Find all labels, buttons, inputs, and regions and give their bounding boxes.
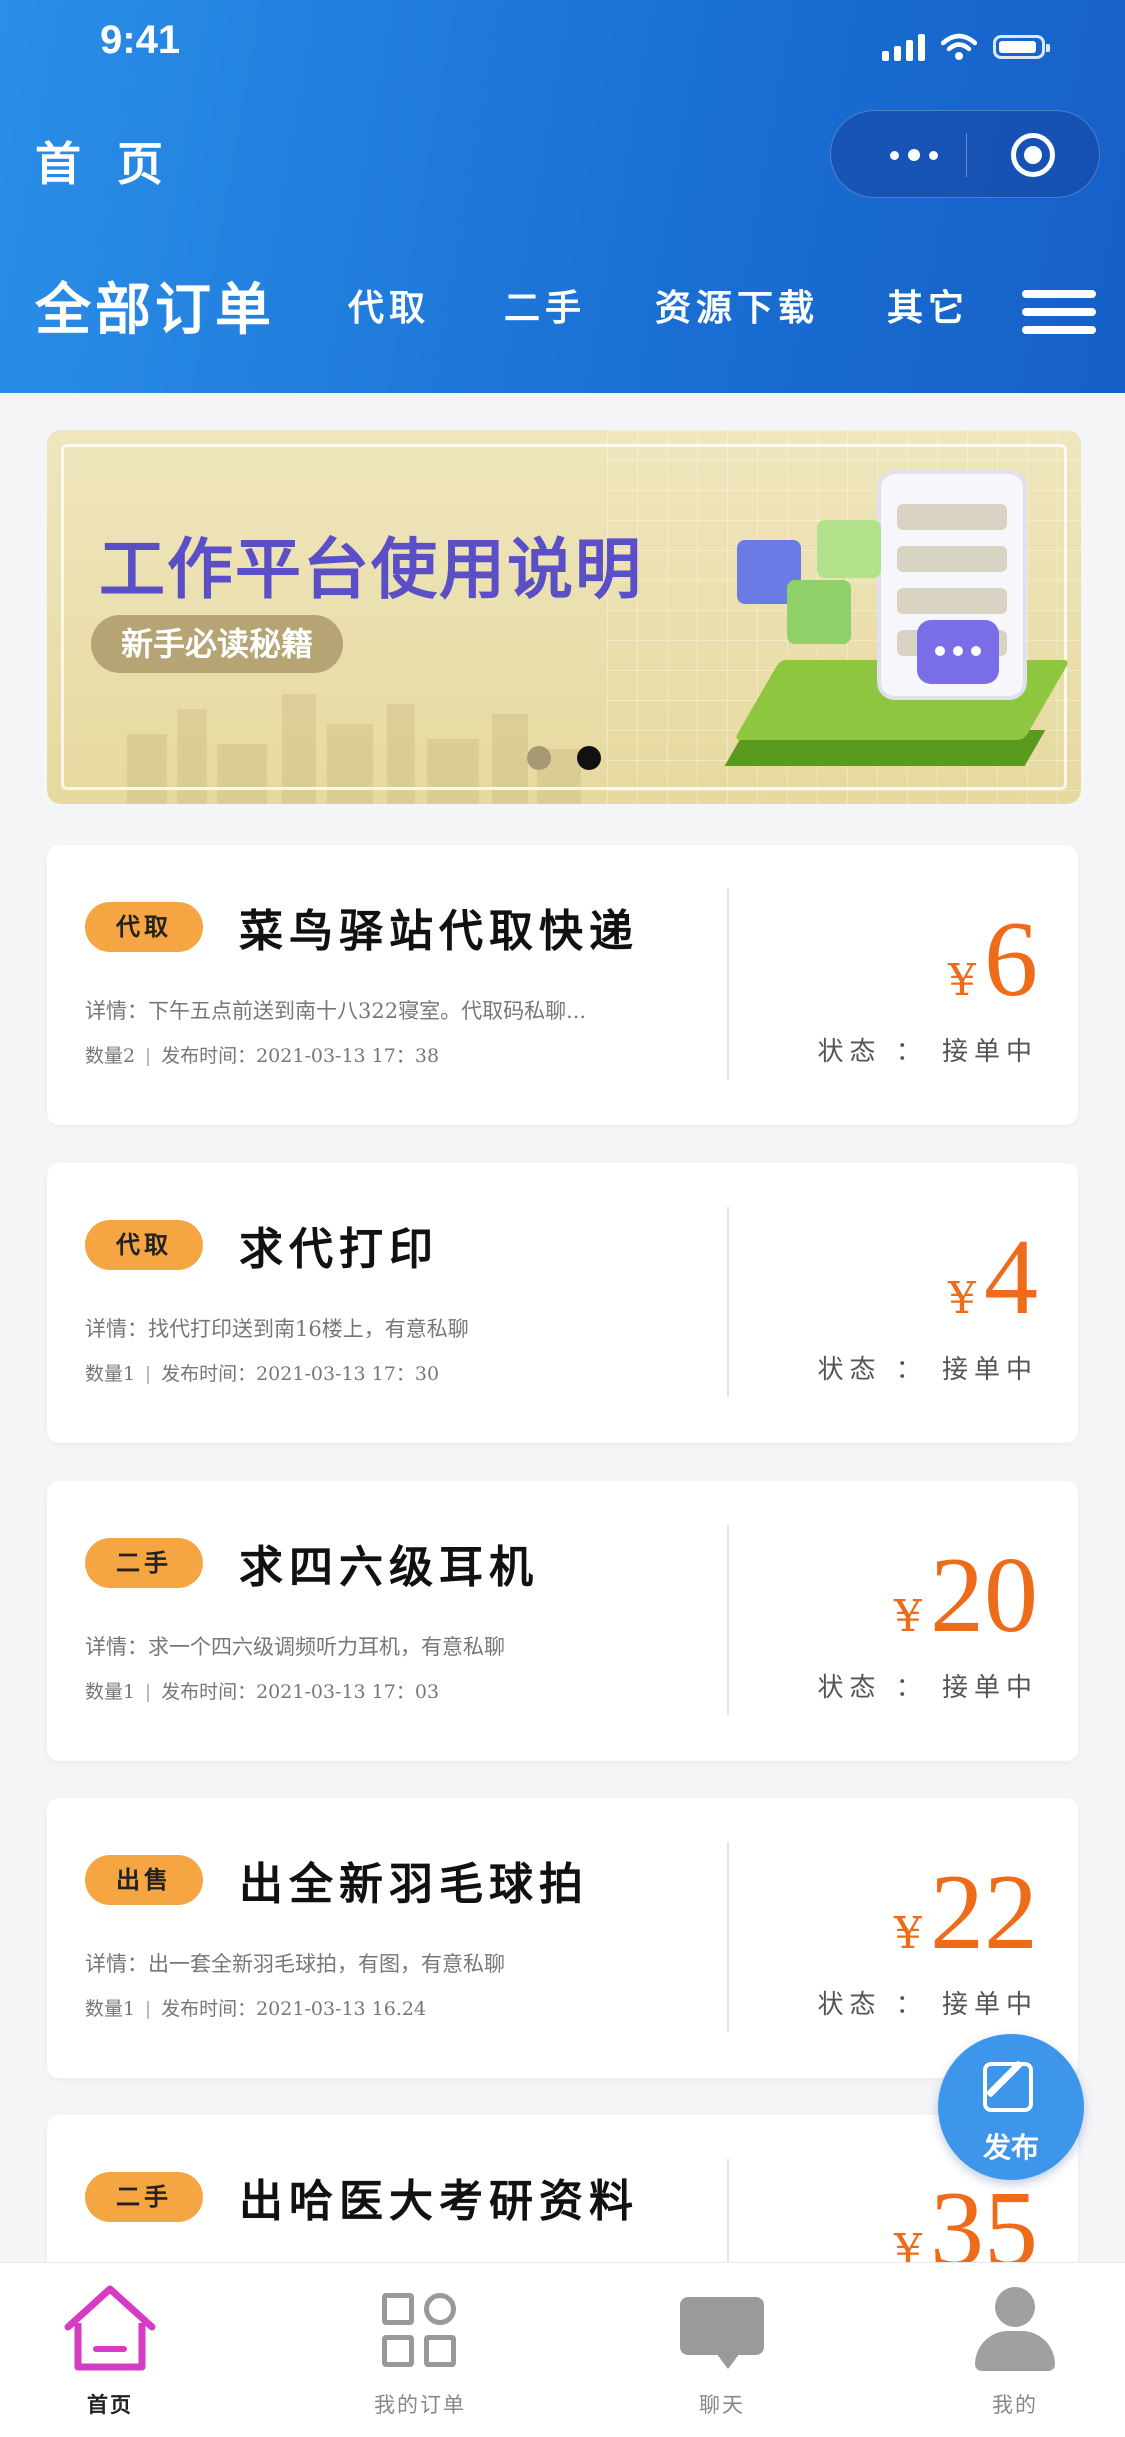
- currency-symbol: ¥: [894, 1591, 922, 1642]
- order-detail: 详情：找代打印送到南16楼上，有意私聊: [85, 1317, 469, 1341]
- order-detail: 详情：出一套全新羽毛球拍，有图，有意私聊: [85, 1952, 505, 1976]
- banner-carousel[interactable]: 工作平台使用说明 新手必读秘籍: [47, 430, 1081, 804]
- mini-program-capsule: [830, 110, 1100, 198]
- banner-subtitle: 新手必读秘籍: [91, 615, 344, 673]
- tab-home-label: 首页: [87, 2392, 133, 2417]
- card-divider: [727, 1842, 729, 2032]
- order-detail: 详情：求一个四六级调频听力耳机，有意私聊: [85, 1635, 505, 1659]
- status-time: 9:41: [100, 18, 181, 62]
- order-status: 状态 ： 接单中: [817, 1037, 1038, 1067]
- currency-symbol: ¥: [948, 955, 976, 1006]
- order-meta: 数量2 发布时间：2021-03-13 17：38: [85, 1041, 439, 1068]
- order-status: 状态 ： 接单中: [817, 1673, 1038, 1703]
- tab-pickup[interactable]: 代取: [348, 260, 430, 350]
- capsule-divider: [966, 133, 967, 177]
- more-icon[interactable]: [869, 133, 959, 177]
- order-title: 求四六级耳机: [239, 1542, 539, 1593]
- order-quantity: 数量1: [85, 1681, 136, 1703]
- chat-icon: [680, 2297, 764, 2369]
- order-title: 出全新羽毛球拍: [239, 1859, 589, 1910]
- grid-icon: [382, 2293, 458, 2369]
- order-tag: 二手: [85, 2172, 203, 2222]
- order-tag: 代取: [85, 1220, 203, 1270]
- tab-other[interactable]: 其它: [887, 260, 969, 350]
- tab-second-hand[interactable]: 二手: [504, 260, 586, 350]
- order-detail: 详情：下午五点前送到南十八322寝室。代取码私聊...: [85, 999, 587, 1023]
- edit-icon: [983, 2062, 1033, 2112]
- tab-profile[interactable]: 我的: [915, 2263, 1115, 2437]
- order-tag: 出售: [85, 1855, 203, 1905]
- card-divider: [727, 1525, 729, 1715]
- order-time: 发布时间：2021-03-13 17：38: [161, 1045, 440, 1067]
- tab-profile-label: 我的: [992, 2393, 1038, 2417]
- tab-bar: 首页 我的订单 聊天 我的: [0, 2262, 1125, 2437]
- order-time: 发布时间：2021-03-13 16.24: [161, 1998, 427, 2020]
- card-divider: [727, 889, 729, 1079]
- category-nav: 全部订单 代取 二手 资源下载 其它: [0, 260, 1125, 350]
- order-meta: 数量1 发布时间：2021-03-13 16.24: [85, 1994, 426, 2021]
- carousel-dot-active[interactable]: [577, 746, 601, 770]
- order-title: 求代打印: [239, 1224, 439, 1275]
- order-status: 状态 ： 接单中: [817, 1355, 1038, 1385]
- order-card[interactable]: 代取 求代打印 详情：找代打印送到南16楼上，有意私聊 数量1 发布时间：2021…: [47, 1163, 1078, 1443]
- signal-icon: [882, 33, 925, 61]
- page-title: 首 页: [35, 137, 174, 191]
- menu-icon[interactable]: [1022, 290, 1096, 334]
- close-target-icon[interactable]: [1011, 133, 1055, 177]
- tab-my-orders-label: 我的订单: [374, 2393, 466, 2417]
- order-price: ¥22: [894, 1859, 1038, 1967]
- order-meta: 数量1 发布时间：2021-03-13 17：03: [85, 1677, 439, 1704]
- banner-title: 工作平台使用说明: [99, 531, 643, 608]
- video-card-icon: [787, 580, 851, 644]
- tab-my-orders[interactable]: 我的订单: [320, 2263, 520, 2437]
- battery-icon: [993, 35, 1050, 59]
- order-time: 发布时间：2021-03-13 17：03: [161, 1681, 440, 1703]
- image-card-icon: [817, 520, 881, 578]
- price-value: 6: [984, 900, 1038, 1019]
- tab-all-orders[interactable]: 全部订单: [35, 260, 275, 350]
- header: 9:41 首 页 全部订单 代取 二手 资源下载 其它: [0, 0, 1125, 393]
- carousel-indicator: [527, 746, 601, 770]
- order-tag: 代取: [85, 902, 203, 952]
- tab-resource-download[interactable]: 资源下载: [655, 260, 819, 350]
- currency-symbol: ¥: [894, 1908, 922, 1959]
- order-tag: 二手: [85, 1538, 203, 1588]
- order-time: 发布时间：2021-03-13 17：30: [161, 1363, 440, 1385]
- status-icons: [882, 30, 1050, 64]
- order-status: 状态 ： 接单中: [817, 1990, 1038, 2020]
- order-meta: 数量1 发布时间：2021-03-13 17：30: [85, 1359, 439, 1386]
- card-divider: [727, 1207, 729, 1397]
- user-icon: [975, 2287, 1055, 2377]
- order-price: ¥4: [948, 1224, 1038, 1332]
- price-value: 22: [930, 1853, 1038, 1972]
- platform-illustration: [677, 450, 1077, 800]
- price-value: 4: [984, 1218, 1038, 1337]
- order-title: 出哈医大考研资料: [239, 2176, 639, 2227]
- wifi-icon: [941, 33, 977, 60]
- publish-button[interactable]: 发布: [938, 2034, 1084, 2180]
- home-icon: [64, 2285, 156, 2371]
- tab-chat[interactable]: 聊天: [622, 2263, 822, 2437]
- order-title: 菜鸟驿站代取快递: [239, 906, 639, 957]
- publish-label: 发布: [982, 2131, 1039, 2164]
- price-value: 20: [930, 1536, 1038, 1655]
- order-card[interactable]: 出售 出全新羽毛球拍 详情：出一套全新羽毛球拍，有图，有意私聊 数量1 发布时间：…: [47, 1798, 1078, 2078]
- order-price: ¥6: [948, 906, 1038, 1014]
- order-card[interactable]: 代取 菜鸟驿站代取快递 详情：下午五点前送到南十八322寝室。代取码私聊... …: [47, 845, 1078, 1125]
- order-card[interactable]: 二手 求四六级耳机 详情：求一个四六级调频听力耳机，有意私聊 数量1 发布时间：2…: [47, 1481, 1078, 1761]
- chat-bubble-icon: [917, 620, 999, 684]
- tab-home[interactable]: 首页: [10, 2263, 210, 2437]
- carousel-dot[interactable]: [527, 746, 551, 770]
- currency-symbol: ¥: [948, 1273, 976, 1324]
- tab-chat-label: 聊天: [699, 2393, 745, 2417]
- order-quantity: 数量1: [85, 1363, 136, 1385]
- order-quantity: 数量2: [85, 1045, 136, 1067]
- order-quantity: 数量1: [85, 1998, 136, 2020]
- order-price: ¥20: [894, 1542, 1038, 1650]
